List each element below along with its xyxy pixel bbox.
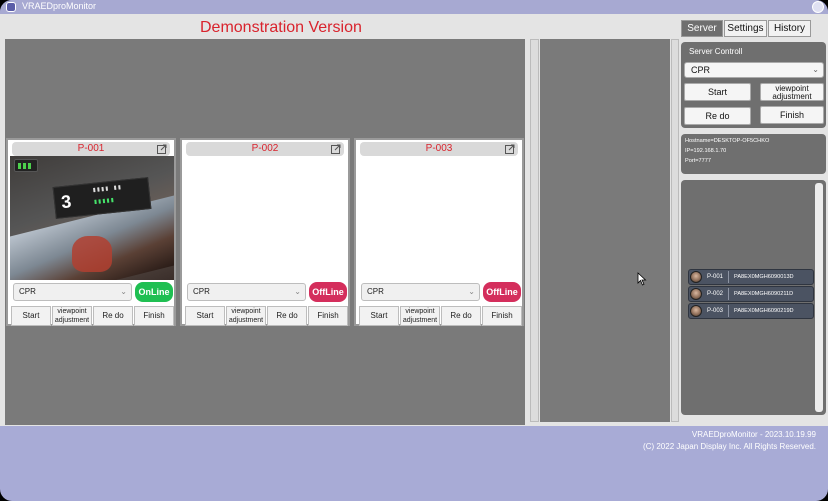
- finish-button[interactable]: Finish: [308, 306, 348, 326]
- mode-value: CPR: [19, 287, 36, 296]
- ip-text: IP=192.168.1.70: [685, 148, 727, 154]
- avatar-icon: [690, 305, 702, 317]
- card-header: P-003: [360, 142, 518, 156]
- player-card-p001: P-001 3 ▮▮▮▮ ▮▮ ▮▮▮▮▮ CPR ⌄ OnLine Start: [6, 138, 176, 326]
- mode-value: CPR: [367, 287, 384, 296]
- device-row[interactable]: P-003 PA8EX0MGH6090219D: [688, 303, 814, 319]
- server-viewpoint-adjustment-button[interactable]: viewpoint adjustment: [760, 83, 824, 101]
- mode-value: CPR: [193, 287, 210, 296]
- live-video-feed: 3 ▮▮▮▮ ▮▮ ▮▮▮▮▮: [10, 156, 174, 280]
- divider: [728, 271, 729, 283]
- start-button[interactable]: Start: [359, 306, 399, 326]
- server-redo-button[interactable]: Re do: [684, 107, 751, 125]
- device-row[interactable]: P-002 PA8EX0MGH6090211D: [688, 286, 814, 302]
- device-id: P-003: [707, 308, 724, 314]
- popout-icon[interactable]: [157, 144, 167, 154]
- status-badge: OffLine: [483, 282, 521, 302]
- redo-button[interactable]: Re do: [441, 306, 481, 326]
- popout-icon[interactable]: [331, 144, 341, 154]
- title-bar: VRAEDproMonitor: [0, 0, 828, 14]
- redo-button[interactable]: Re do: [267, 306, 307, 326]
- device-serial: PA8EX0MGH6090211D: [734, 291, 794, 297]
- footer-copyright: (C) 2022 Japan Display Inc. All Rights R…: [643, 442, 816, 451]
- viewpoint-label-1: viewpoint: [57, 308, 87, 315]
- mode-select[interactable]: CPR ⌄: [13, 283, 132, 301]
- avatar-icon: [690, 288, 702, 300]
- device-serial: PA8EX0MGH6090219D: [734, 308, 794, 314]
- redo-button[interactable]: Re do: [93, 306, 133, 326]
- finish-button[interactable]: Finish: [482, 306, 522, 326]
- mode-select[interactable]: CPR ⌄: [187, 283, 306, 301]
- avatar-icon: [690, 271, 702, 283]
- tab-server[interactable]: Server: [681, 20, 723, 37]
- tab-settings[interactable]: Settings: [724, 20, 767, 37]
- card-id: P-002: [251, 143, 279, 154]
- server-finish-button[interactable]: Finish: [760, 106, 824, 124]
- start-button[interactable]: Start: [185, 306, 225, 326]
- video-feed: [184, 156, 348, 280]
- finish-button[interactable]: Finish: [134, 306, 174, 326]
- host-info-box: Hostname=DESKTOP-OF5CHKO IP=192.168.1.70…: [681, 134, 826, 174]
- device-row[interactable]: P-001 PA8EX0MGH6090013D: [688, 269, 814, 285]
- card-header: P-001: [12, 142, 170, 156]
- scrollbar-middle[interactable]: [671, 39, 679, 422]
- mouse-cursor-icon: [637, 272, 647, 286]
- battery-icon: [14, 159, 38, 172]
- server-mode-select[interactable]: CPR ⌄: [684, 62, 824, 78]
- device-list-scrollbar[interactable]: [815, 183, 823, 412]
- viewpoint-label-1: viewpoint: [405, 308, 435, 315]
- app-icon: [6, 2, 16, 12]
- card-id: P-001: [77, 143, 105, 154]
- device-serial: PA8EX0MGH6090013D: [734, 274, 794, 280]
- scrollbar-left[interactable]: [530, 39, 539, 422]
- divider: [728, 288, 729, 300]
- close-icon[interactable]: [812, 1, 824, 13]
- tab-history[interactable]: History: [768, 20, 811, 37]
- viewpoint-label-1: viewpoint: [231, 308, 261, 315]
- hud-readout: ▮▮▮▮ ▮▮: [91, 182, 122, 194]
- server-viewpoint-label-2: adjustment: [772, 92, 812, 101]
- player-card-p003: P-003 CPR ⌄ OffLine Start viewpoint adju…: [354, 138, 524, 326]
- viewpoint-label-2: adjustment: [228, 317, 264, 324]
- device-id: P-001: [707, 274, 724, 280]
- device-id: P-002: [707, 291, 724, 297]
- app-window: VRAEDproMonitor Demonstration Version P-…: [0, 0, 828, 501]
- hands-image: [72, 236, 112, 272]
- viewpoint-adjustment-button[interactable]: viewpoint adjustment: [52, 306, 92, 326]
- hud-readout-green: ▮▮▮▮▮: [92, 195, 115, 206]
- mode-select[interactable]: CPR ⌄: [361, 283, 480, 301]
- player-card-p002: P-002 CPR ⌄ OffLine Start viewpoint adju…: [180, 138, 350, 326]
- hud-count: 3: [60, 191, 73, 213]
- divider: [728, 305, 729, 317]
- port-text: Port=7777: [685, 158, 711, 164]
- status-badge: OffLine: [309, 282, 347, 302]
- chevron-down-icon: ⌄: [812, 65, 819, 74]
- start-button[interactable]: Start: [11, 306, 51, 326]
- status-badge: OnLine: [135, 282, 173, 302]
- footer-version: VRAEDproMonitor - 2023.10.19.99: [691, 430, 816, 439]
- card-id: P-003: [425, 143, 453, 154]
- popout-icon[interactable]: [505, 144, 515, 154]
- chevron-down-icon: ⌄: [120, 287, 127, 296]
- viewpoint-label-2: adjustment: [402, 317, 438, 324]
- middle-panel: [540, 39, 670, 422]
- server-start-button[interactable]: Start: [684, 83, 751, 101]
- server-mode-value: CPR: [691, 65, 711, 75]
- viewpoint-adjustment-button[interactable]: viewpoint adjustment: [226, 306, 266, 326]
- server-control-label: Server Controll: [689, 47, 743, 56]
- chevron-down-icon: ⌄: [468, 287, 475, 296]
- window-title: VRAEDproMonitor: [22, 1, 97, 11]
- hostname-text: Hostname=DESKTOP-OF5CHKO: [685, 138, 770, 144]
- chevron-down-icon: ⌄: [294, 287, 301, 296]
- video-feed: [358, 156, 522, 280]
- viewpoint-label-2: adjustment: [54, 317, 90, 324]
- viewpoint-adjustment-button[interactable]: viewpoint adjustment: [400, 306, 440, 326]
- card-header: P-002: [186, 142, 344, 156]
- demo-version-label: Demonstration Version: [200, 19, 362, 36]
